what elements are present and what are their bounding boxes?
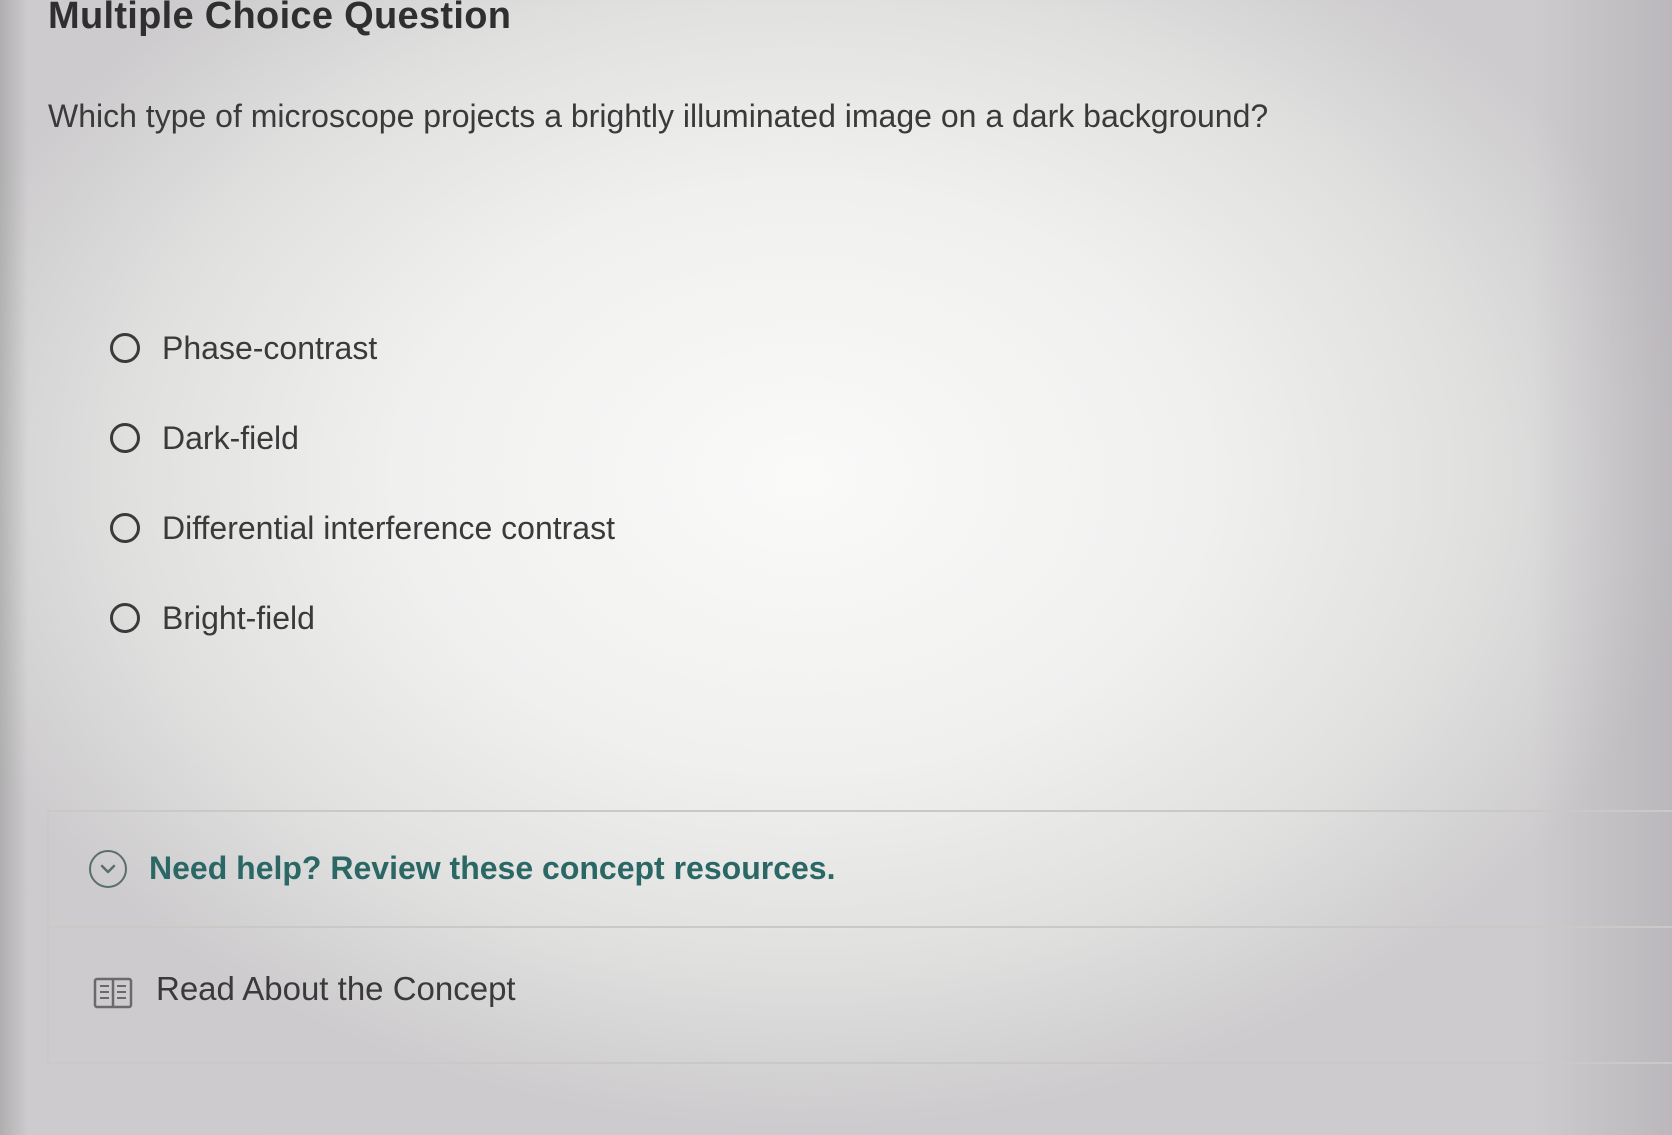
- help-toggle[interactable]: Need help? Review these concept resource…: [49, 812, 1672, 928]
- radio-button[interactable]: [110, 423, 140, 453]
- help-header-text[interactable]: Need help? Review these concept resource…: [149, 848, 835, 888]
- book-icon: [93, 976, 133, 1010]
- screen-vignette-left: [0, 0, 28, 1135]
- option-label: Dark-field: [162, 420, 299, 456]
- option-label: Phase-contrast: [162, 330, 378, 366]
- chevron-down-icon: [100, 864, 116, 874]
- option-phase-contrast[interactable]: Phase-contrast: [110, 326, 377, 370]
- question-text: Which type of microscope projects a brig…: [48, 98, 1269, 134]
- option-label: Bright-field: [162, 600, 315, 636]
- resource-read-about-concept[interactable]: Read About the Concept: [49, 928, 1672, 1064]
- chevron-down-circle-icon[interactable]: [89, 850, 127, 888]
- option-differential-interference-contrast[interactable]: Differential interference contrast: [110, 506, 615, 550]
- page-title: Multiple Choice Question: [48, 0, 512, 37]
- option-bright-field[interactable]: Bright-field: [110, 596, 315, 640]
- radio-button[interactable]: [110, 513, 140, 543]
- radio-button[interactable]: [110, 603, 140, 633]
- help-panel: Need help? Review these concept resource…: [47, 810, 1672, 1064]
- option-dark-field[interactable]: Dark-field: [110, 416, 299, 460]
- resource-label[interactable]: Read About the Concept: [156, 968, 516, 1010]
- option-label: Differential interference contrast: [162, 510, 615, 546]
- radio-button[interactable]: [110, 333, 140, 363]
